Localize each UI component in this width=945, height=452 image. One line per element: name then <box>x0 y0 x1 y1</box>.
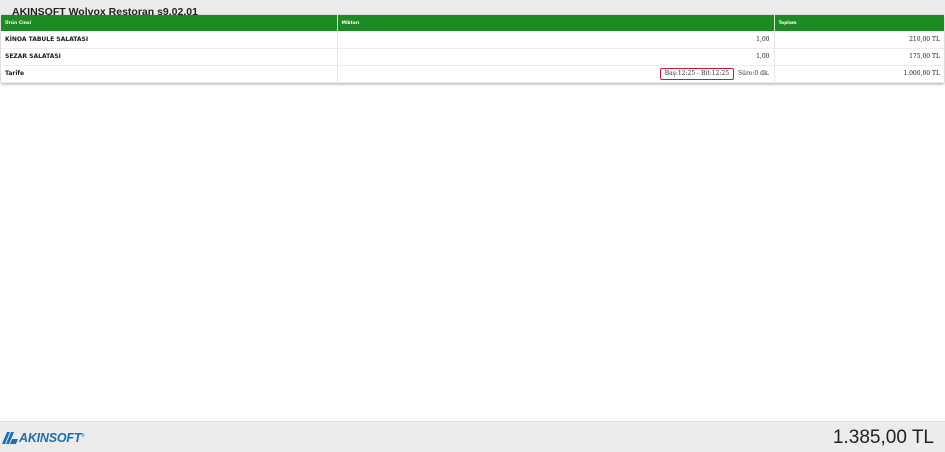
akinsoft-logo: AKINSOFT ® <box>2 431 85 445</box>
time-range-highlight: Baş:12:25 - Bit:12:25 <box>659 67 735 80</box>
total-cell: 175,00 TL <box>774 48 944 66</box>
order-table-container: Ürün Cinsi Miktarı Toplam KİNOA TABULE S… <box>1 15 944 83</box>
title-bar: AKINSOFT Wolvox Restoran s9.02.01 <box>0 0 945 18</box>
quantity-cell: 1,00 <box>337 31 775 49</box>
akinsoft-logo-icon <box>2 432 18 444</box>
duration-label: Süre:0 dk. <box>737 69 770 77</box>
restaurant-bill-screen: AKINSOFT Wolvox Restoran s9.02.01 Ürün C… <box>0 0 945 452</box>
column-header-quantity[interactable]: Miktarı <box>337 15 775 31</box>
table-row[interactable]: SEZAR SALATASI 1,00 175,00 TL <box>1 48 944 66</box>
table-header-row: Ürün Cinsi Miktarı Toplam <box>1 15 944 31</box>
table-row[interactable]: KİNOA TABULE SALATASI 1,00 210,00 TL <box>1 31 944 49</box>
order-table: Ürün Cinsi Miktarı Toplam KİNOA TABULE S… <box>1 15 944 83</box>
quantity-cell: 1,00 <box>337 48 775 66</box>
column-header-product[interactable]: Ürün Cinsi <box>1 15 338 31</box>
total-cell: 1.000,00 TL <box>774 65 944 83</box>
product-name-cell: Tarife <box>1 65 338 83</box>
registered-mark: ® <box>81 433 86 438</box>
footer-bar: AKINSOFT ® 1.385,00 TL <box>0 421 945 452</box>
logo-text: AKINSOFT <box>19 431 82 445</box>
table-row[interactable]: Tarife Baş:12:25 - Bit:12:25 Süre:0 dk. … <box>1 65 944 83</box>
tariff-time-cell: Baş:12:25 - Bit:12:25 Süre:0 dk. <box>337 65 775 83</box>
column-header-total[interactable]: Toplam <box>774 15 944 31</box>
product-name-cell: SEZAR SALATASI <box>1 48 338 66</box>
product-name-cell: KİNOA TABULE SALATASI <box>1 31 338 49</box>
total-cell: 210,00 TL <box>774 31 944 49</box>
grand-total: 1.385,00 TL <box>832 427 934 448</box>
